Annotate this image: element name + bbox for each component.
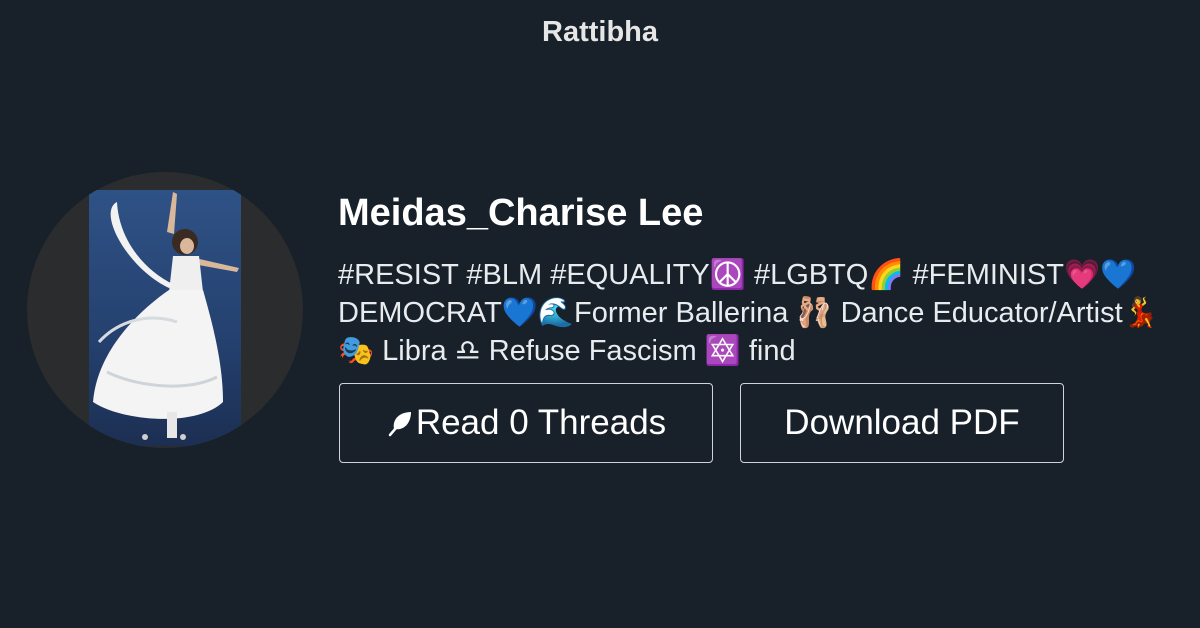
profile-name: Meidas_Charise Lee <box>338 192 704 234</box>
read-threads-button[interactable]: Read 0 Threads <box>339 383 713 463</box>
share-card: Rattibha Meidas_Charise Lee #RESIST #BLM… <box>0 0 1200 628</box>
avatar-photo <box>89 190 241 446</box>
download-pdf-button[interactable]: Download PDF <box>740 383 1064 463</box>
read-threads-label: Read 0 Threads <box>415 403 667 442</box>
profile-bio: #RESIST #BLM #EQUALITY☮️ #LGBTQ🌈 #FEMINI… <box>338 259 1159 367</box>
download-pdf-label: Download PDF <box>784 403 1020 442</box>
avatar <box>27 172 303 448</box>
feather-icon <box>386 406 414 446</box>
brand-title: Rattibha <box>542 16 658 48</box>
